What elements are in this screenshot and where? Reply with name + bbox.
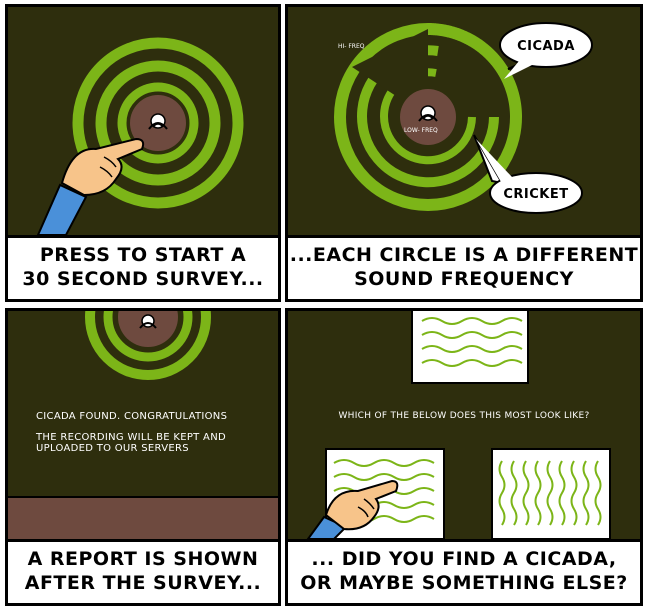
- question-text: WHICH OF THE BELOW DOES THIS MOST LOOK L…: [338, 411, 590, 421]
- panel-3-caption: A REPORT IS SHOWN AFTER THE SURVEY...: [8, 539, 278, 603]
- svg-text:CICADA: CICADA: [517, 39, 575, 54]
- panel-1: PRESS TO START A 30 SECOND SURVEY...: [5, 4, 281, 302]
- panel-1-caption: PRESS TO START A 30 SECOND SURVEY...: [8, 235, 278, 299]
- panel-4: WHICH OF THE BELOW DOES THIS MOST LOOK L…: [285, 308, 643, 606]
- panel-3: CICADA FOUND. CONGRATULATIONS THE RECORD…: [5, 308, 281, 606]
- report-line: CICADA FOUND. CONGRATULATIONS: [36, 411, 228, 422]
- report-line: UPLOADED TO OUR SERVERS: [36, 443, 189, 454]
- caption-line: ... DID YOU FIND A CICADA,: [311, 548, 617, 570]
- panel-1-scene: [8, 7, 278, 238]
- panel-3-scene: CICADA FOUND. CONGRATULATIONS THE RECORD…: [8, 311, 278, 542]
- recorded-waveform-card: [411, 311, 529, 384]
- caption-line: ...EACH CIRCLE IS A DIFFERENT: [289, 244, 639, 266]
- report-message: CICADA FOUND. CONGRATULATIONS THE RECORD…: [36, 411, 227, 454]
- frequency-rings: HI- FREQ LOW- FREQ CICADA CRICKET: [334, 22, 593, 214]
- caption-line: A REPORT IS SHOWN: [27, 548, 259, 570]
- choice-other-card[interactable]: [491, 448, 611, 539]
- caption-line: 30 SECOND SURVEY...: [22, 268, 264, 290]
- panel-2-caption: ...EACH CIRCLE IS A DIFFERENT SOUND FREQ…: [288, 235, 640, 299]
- choice-scene: [306, 311, 611, 539]
- caption-line: PRESS TO START A: [39, 244, 247, 266]
- caption-line: AFTER THE SURVEY...: [24, 572, 262, 594]
- hi-freq-label: HI- FREQ: [338, 43, 365, 50]
- panel-4-scene: WHICH OF THE BELOW DOES THIS MOST LOOK L…: [288, 311, 640, 542]
- ground-bar: [8, 497, 278, 539]
- panel-2-scene: HI- FREQ LOW- FREQ CICADA CRICKET: [288, 7, 640, 238]
- target-rings: [36, 37, 244, 235]
- report-line: THE RECORDING WILL BE KEPT AND: [36, 432, 226, 443]
- svg-text:CRICKET: CRICKET: [503, 187, 568, 202]
- panel-4-caption: ... DID YOU FIND A CICADA, OR MAYBE SOME…: [288, 539, 640, 603]
- caption-line: OR MAYBE SOMETHING ELSE?: [300, 572, 628, 594]
- low-freq-label: LOW- FREQ: [404, 127, 438, 134]
- bubble-cicada: CICADA: [499, 22, 593, 79]
- hand-icon: [36, 137, 145, 235]
- caption-line: SOUND FREQUENCY: [354, 268, 574, 290]
- panel-2: HI- FREQ LOW- FREQ CICADA CRICKET ...EAC…: [285, 4, 643, 302]
